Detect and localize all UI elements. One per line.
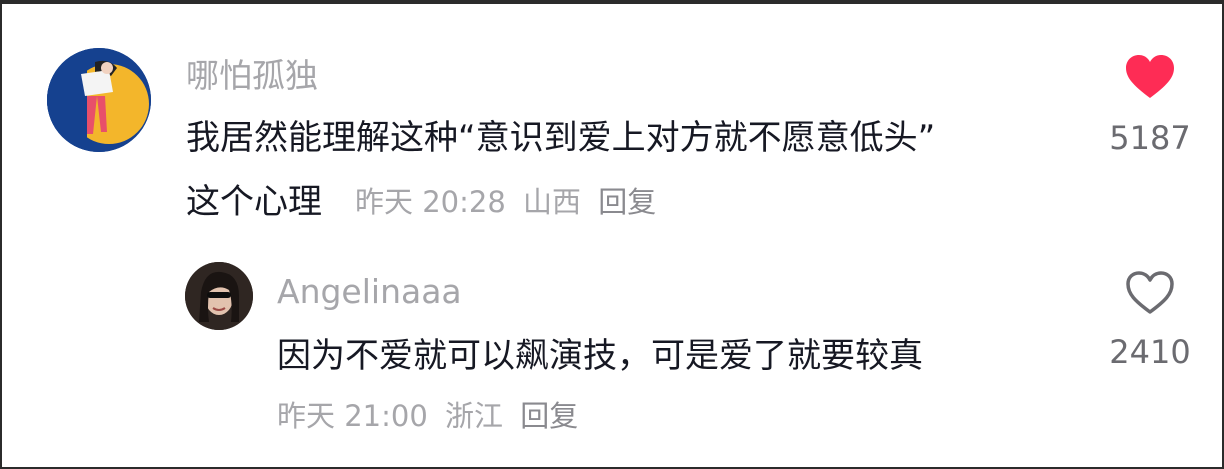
avatar-illustration-icon (47, 48, 151, 152)
timestamp: 昨天 20:28 (355, 185, 506, 219)
avatar[interactable] (47, 48, 151, 152)
heart-outline-icon[interactable] (1124, 270, 1176, 316)
username[interactable]: Angelinaaa (277, 272, 462, 312)
like-count: 5187 (1109, 119, 1191, 157)
comment-text-continued: 这个心理 (186, 182, 322, 222)
like-control[interactable]: 5187 (1102, 54, 1198, 158)
comment-section: 哪怕孤独 我居然能理解这种“意识到爱上对方就不愿意低头” 这个心理 昨天 20:… (0, 0, 1224, 469)
avatar-photo-icon (185, 262, 253, 330)
reply-button[interactable]: 回复 (520, 399, 578, 433)
location: 浙江 (445, 399, 504, 433)
location: 山西 (523, 185, 582, 219)
like-control[interactable]: 2410 (1102, 270, 1198, 372)
reply-button[interactable]: 回复 (598, 185, 656, 219)
comment-meta: 昨天 20:28 山西 回复 (355, 182, 664, 222)
like-count: 2410 (1109, 333, 1191, 371)
comment-text: 我居然能理解这种“意识到爱上对方就不愿意低头” (186, 118, 936, 158)
avatar[interactable] (185, 262, 253, 330)
comment-text: 因为不爱就可以飙演技，可是爱了就要较真 (277, 336, 923, 376)
heart-filled-icon[interactable] (1124, 54, 1176, 100)
username[interactable]: 哪怕孤独 (186, 56, 318, 96)
timestamp: 昨天 21:00 (277, 399, 428, 433)
comment-meta: 昨天 21:00 浙江 回复 (277, 396, 586, 436)
